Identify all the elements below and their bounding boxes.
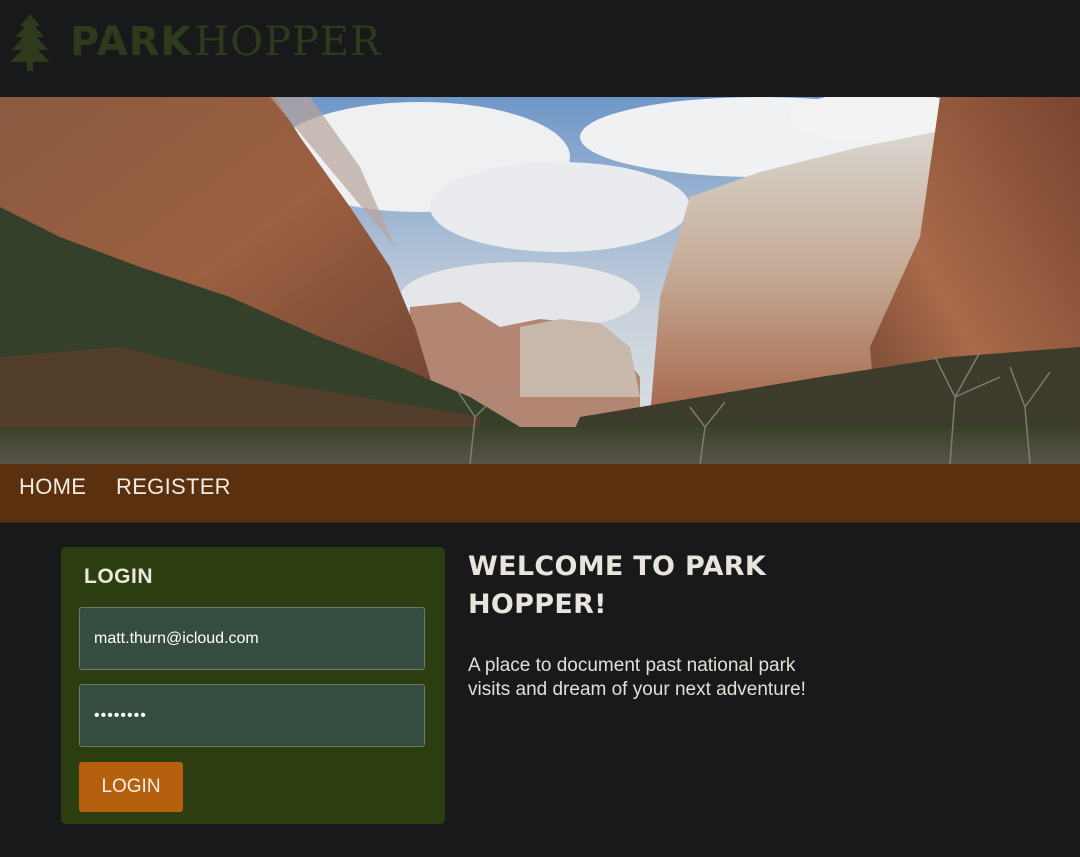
login-card: LOGIN LOGIN: [61, 547, 445, 824]
main-nav: HOME REGISTER: [0, 464, 1080, 523]
welcome-title: WELCOME TO PARK HOPPER!: [468, 551, 767, 620]
email-field[interactable]: [79, 607, 425, 670]
hero-image: [0, 97, 1080, 464]
welcome-description: A place to document past national park v…: [468, 655, 806, 700]
login-title: LOGIN: [84, 565, 153, 588]
nav-register-link[interactable]: REGISTER: [116, 474, 231, 500]
logo-text-hopper: HOPPER: [194, 19, 382, 65]
login-button[interactable]: LOGIN: [79, 762, 183, 812]
password-field[interactable]: [79, 684, 425, 747]
site-logo[interactable]: PARK HOPPER: [6, 12, 381, 72]
nav-home-link[interactable]: HOME: [19, 474, 86, 500]
pine-tree-icon: [10, 14, 50, 71]
canyon-landscape-photo: [0, 97, 1080, 464]
site-header: PARK HOPPER: [0, 0, 1080, 97]
logo-text-park: PARK: [70, 19, 193, 65]
